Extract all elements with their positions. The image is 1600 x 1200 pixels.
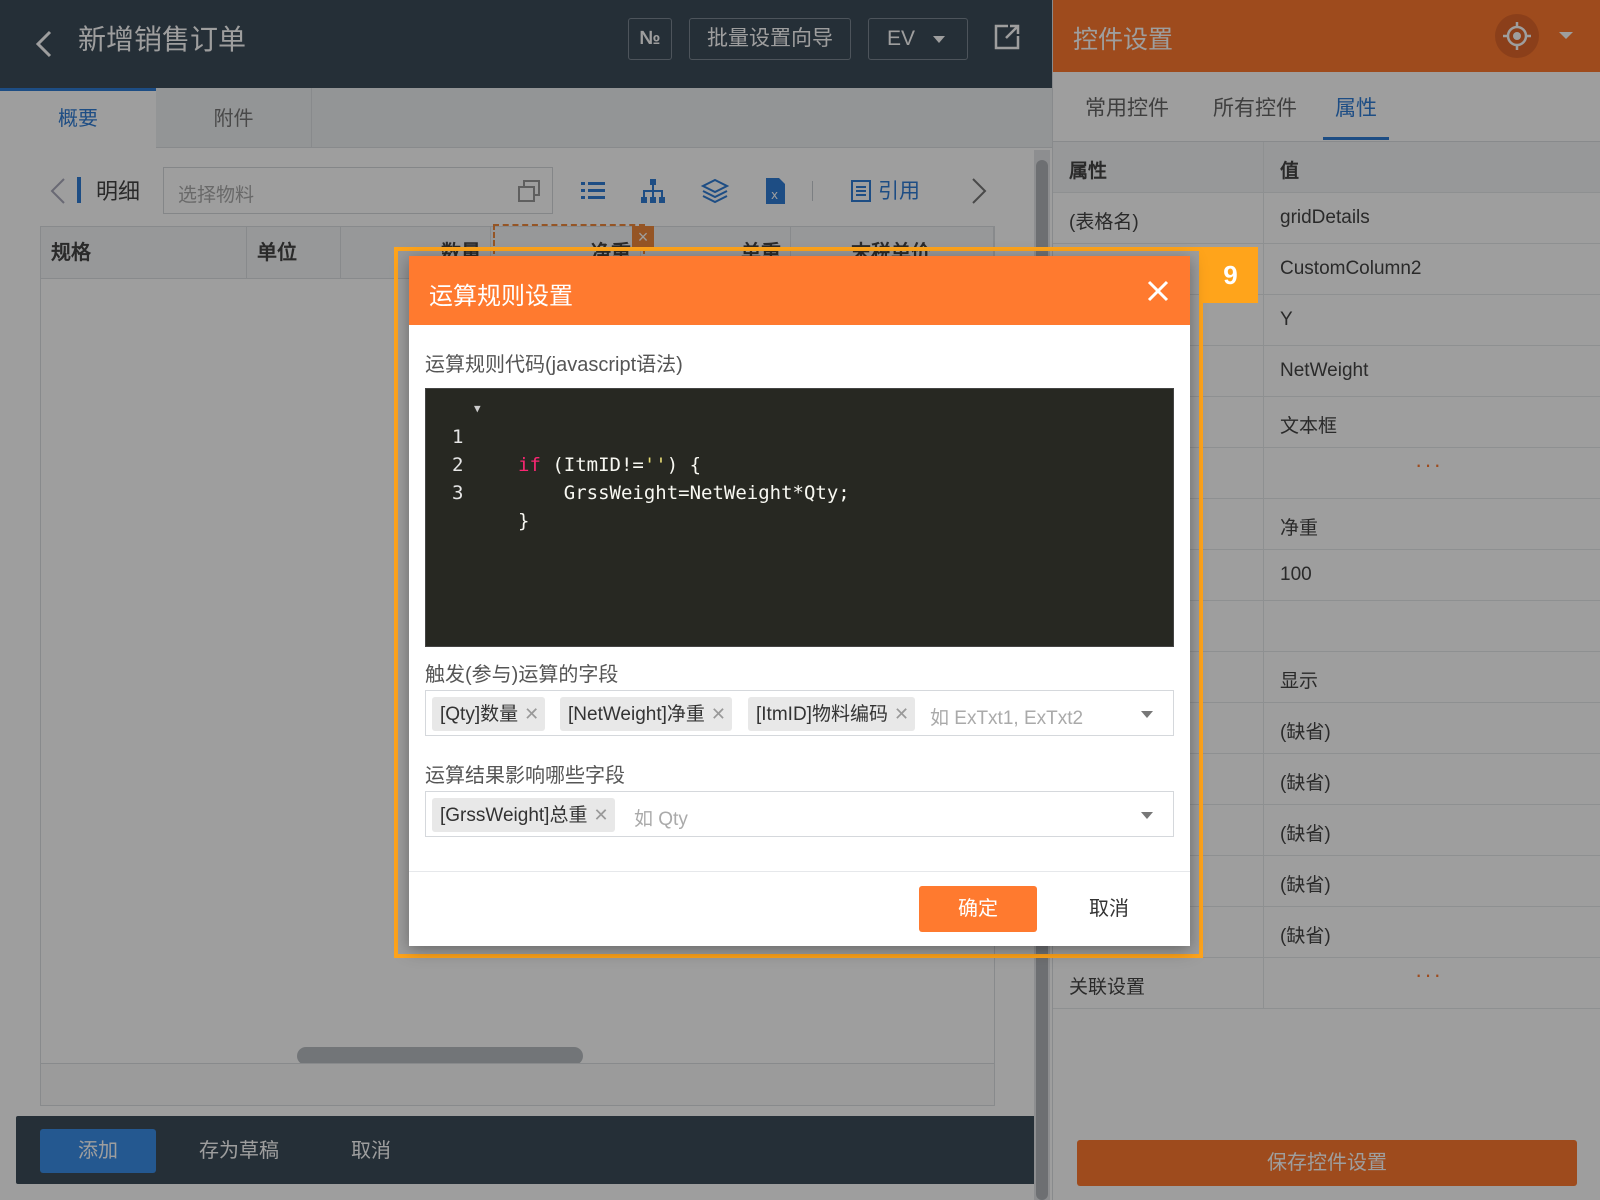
code-line: 2 GrssWeight=NetWeight*Qty; xyxy=(426,423,1175,504)
close-icon[interactable] xyxy=(1143,276,1173,306)
code-text: GrssWeight=NetWeight*Qty; xyxy=(518,482,850,504)
caret-down-icon[interactable] xyxy=(1141,711,1153,718)
code-text: } xyxy=(518,510,530,532)
line-number: 3 xyxy=(452,482,464,504)
result-fields-label: 运算结果影响哪些字段 xyxy=(425,765,625,787)
remove-tag-icon[interactable]: ✕ xyxy=(894,697,909,731)
result-fields-select[interactable]: [GrssWeight]总重 ✕ 如 Qty xyxy=(425,791,1174,837)
field-tag: [Qty]数量 ✕ xyxy=(432,697,546,731)
dialog-footer-divider xyxy=(409,871,1190,872)
dialog-cancel-button[interactable]: 取消 xyxy=(1059,886,1159,932)
confirm-button[interactable]: 确定 xyxy=(919,886,1037,932)
remove-tag-icon[interactable]: ✕ xyxy=(524,697,539,731)
code-line: 3 } xyxy=(426,451,1175,532)
result-fields-placeholder: 如 Qty xyxy=(634,809,688,830)
trigger-fields-select[interactable]: [Qty]数量 ✕ [NetWeight]净重 ✕ [ItmID]物料编码 ✕ 如 E… xyxy=(425,690,1174,736)
caret-down-icon[interactable] xyxy=(1141,812,1153,819)
trigger-fields-placeholder: 如 ExTxt1, ExTxt2 xyxy=(930,708,1084,729)
field-tag: [ItmID]物料编码 ✕ xyxy=(748,697,916,731)
code-label: 运算规则代码(javascript语法) xyxy=(425,354,683,376)
remove-tag-icon[interactable]: ✕ xyxy=(711,697,726,731)
calc-rule-dialog: 运算规则设置 运算规则代码(javascript语法) 1 ▼ if (ItmID… xyxy=(409,256,1190,946)
remove-tag-icon[interactable]: ✕ xyxy=(593,798,608,832)
fold-arrow-icon[interactable]: ▼ xyxy=(474,395,481,423)
dialog-header: 运算规则设置 xyxy=(409,256,1190,325)
trigger-fields-label: 触发(参与)运算的字段 xyxy=(425,664,619,686)
field-tag: [GrssWeight]总重 ✕ xyxy=(432,798,615,832)
dialog-title: 运算规则设置 xyxy=(429,283,573,310)
code-line: 1 ▼ if (ItmID!='') { xyxy=(426,395,1175,476)
code-editor[interactable]: 1 ▼ if (ItmID!='') { 2 GrssWeight=NetWeig… xyxy=(425,388,1174,647)
field-tag: [NetWeight]净重 ✕ xyxy=(560,697,733,731)
step-number-badge: 9 xyxy=(1203,247,1258,303)
